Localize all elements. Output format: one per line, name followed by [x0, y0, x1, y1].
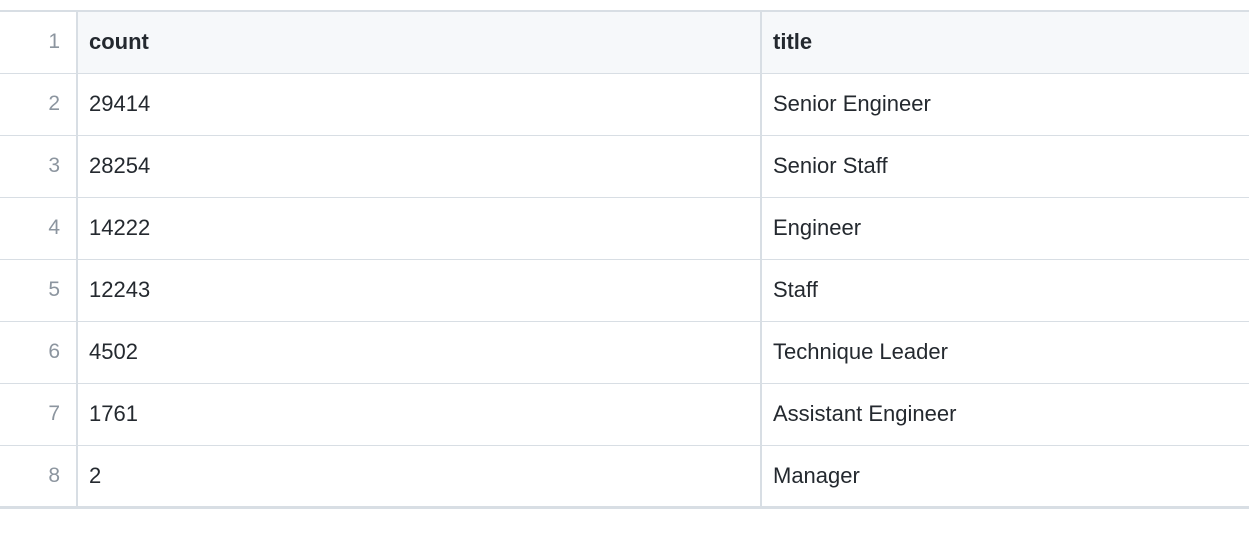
count-cell: 12243 — [77, 258, 762, 321]
line-number[interactable]: 6 — [0, 320, 78, 383]
table-header-row: 1 count title — [0, 10, 1249, 73]
title-cell: Senior Engineer — [761, 72, 1249, 135]
table-row: 7 1761 Assistant Engineer — [0, 382, 1249, 445]
csv-viewer: 1 count title 2 29414 Senior Engineer 3 … — [0, 10, 1249, 509]
count-cell: 1761 — [77, 382, 762, 445]
title-cell: Engineer — [761, 196, 1249, 259]
count-cell: 4502 — [77, 320, 762, 383]
count-cell: 2 — [77, 444, 762, 509]
column-header-title: title — [761, 10, 1249, 73]
table-row: 2 29414 Senior Engineer — [0, 72, 1249, 135]
table-row: 8 2 Manager — [0, 444, 1249, 509]
title-cell: Technique Leader — [761, 320, 1249, 383]
line-number[interactable]: 1 — [0, 10, 78, 73]
count-cell: 29414 — [77, 72, 762, 135]
line-number[interactable]: 2 — [0, 72, 78, 135]
line-number[interactable]: 5 — [0, 258, 78, 321]
line-number[interactable]: 3 — [0, 134, 78, 197]
line-number[interactable]: 4 — [0, 196, 78, 259]
line-number[interactable]: 7 — [0, 382, 78, 445]
csv-table: 1 count title 2 29414 Senior Engineer 3 … — [0, 10, 1249, 509]
column-header-count: count — [77, 10, 762, 73]
table-row: 3 28254 Senior Staff — [0, 134, 1249, 197]
title-cell: Manager — [761, 444, 1249, 509]
title-cell: Senior Staff — [761, 134, 1249, 197]
count-cell: 14222 — [77, 196, 762, 259]
count-cell: 28254 — [77, 134, 762, 197]
table-row: 4 14222 Engineer — [0, 196, 1249, 259]
title-cell: Staff — [761, 258, 1249, 321]
table-row: 6 4502 Technique Leader — [0, 320, 1249, 383]
table-row: 5 12243 Staff — [0, 258, 1249, 321]
title-cell: Assistant Engineer — [761, 382, 1249, 445]
line-number[interactable]: 8 — [0, 444, 78, 509]
